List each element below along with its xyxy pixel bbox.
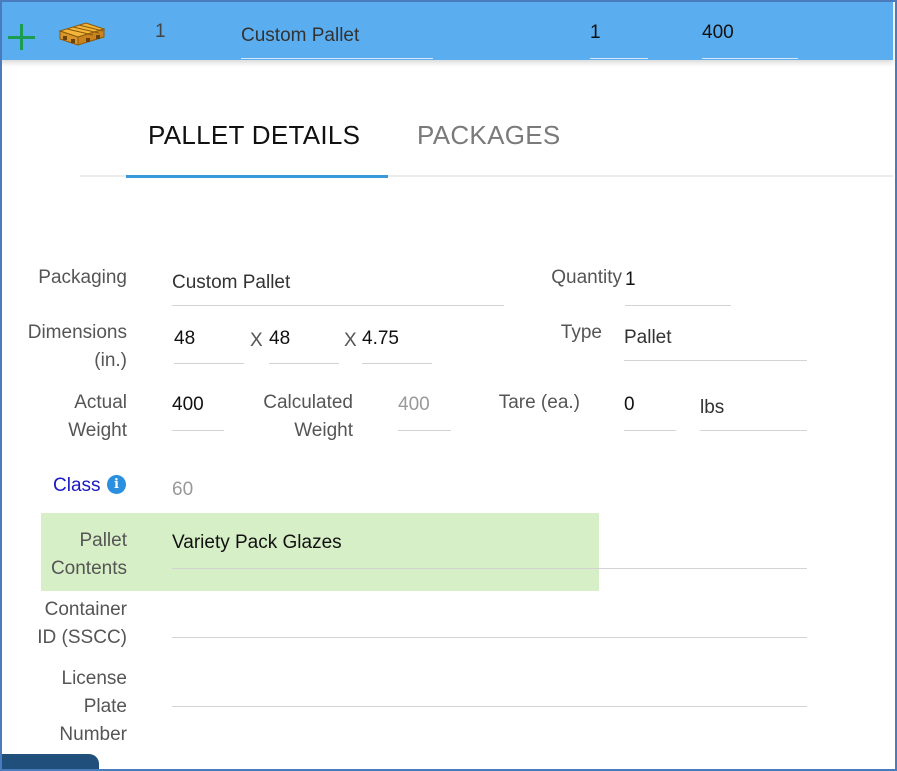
window-frame [0, 0, 897, 771]
